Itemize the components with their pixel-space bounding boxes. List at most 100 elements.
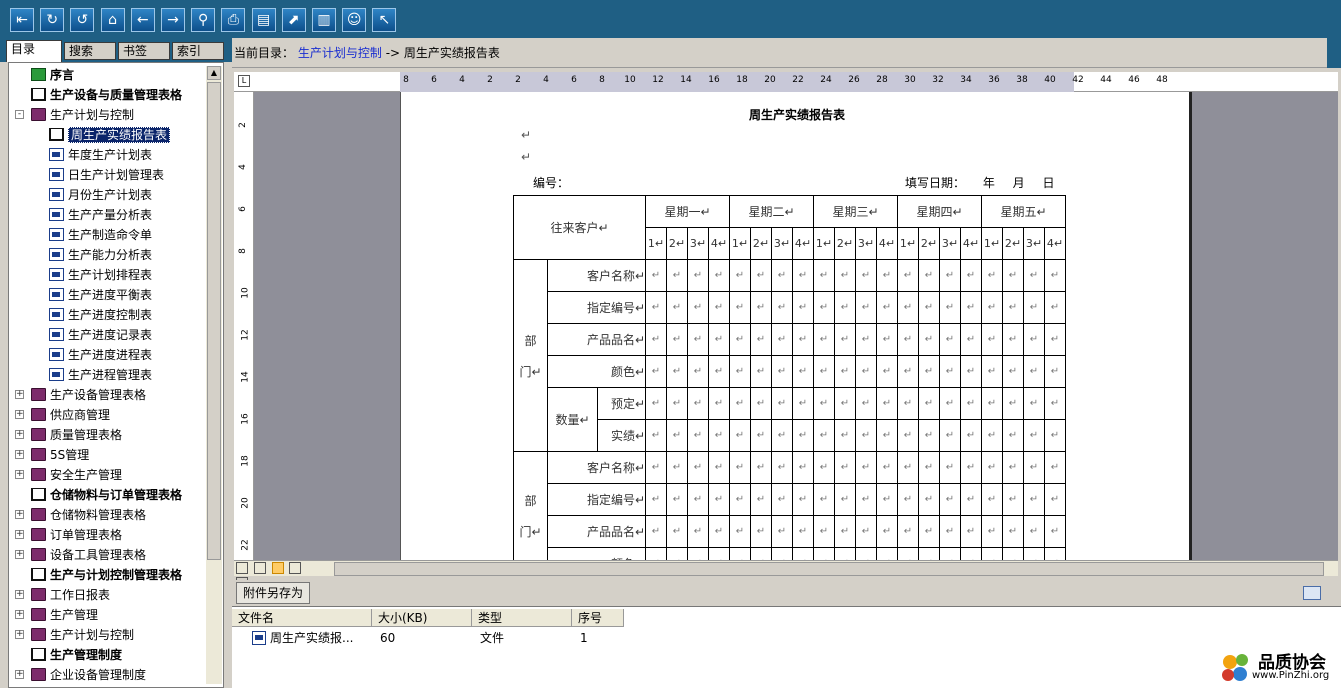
print-icon[interactable]: ⎙ (221, 8, 246, 32)
tree-item[interactable]: 仓储物料管理表格 (31, 505, 146, 525)
col-index[interactable]: 序号 (572, 609, 624, 627)
prev-icon[interactable]: ← (130, 8, 155, 32)
tree-expander-icon[interactable]: + (15, 430, 24, 439)
sub-col-header: 3↵ (939, 227, 961, 260)
data-cell: ↵ (834, 515, 856, 548)
row-label: 客户名称↵ (547, 259, 646, 292)
data-cell: ↵ (960, 259, 982, 292)
tree-item[interactable]: 生产能力分析表 (49, 245, 152, 265)
tree-expander-icon[interactable]: - (15, 110, 24, 119)
data-cell: ↵ (918, 387, 940, 420)
tab-bookmarks[interactable]: 书签 (118, 42, 170, 60)
file-name-cell[interactable]: 周生产实绩报... (270, 629, 353, 647)
tree-item-label: 生产管理制度 (50, 648, 123, 662)
tree-expander-icon[interactable]: + (15, 450, 24, 459)
tree-expander-icon[interactable]: + (15, 510, 24, 519)
tree-item[interactable]: 供应商管理 (31, 405, 110, 425)
tree-expander-icon[interactable]: + (15, 610, 24, 619)
tree-item[interactable]: 生产计划与控制 (31, 105, 134, 125)
breadcrumb-link[interactable]: 生产计划与控制 (298, 46, 382, 60)
exit-icon[interactable]: ⇤ (10, 8, 34, 32)
tree-expander-icon[interactable]: + (15, 630, 24, 639)
col-type[interactable]: 类型 (472, 609, 572, 627)
tree-item[interactable]: 设备工具管理表格 (31, 545, 146, 565)
tree-expander-icon[interactable]: + (15, 390, 24, 399)
tree-expander-icon[interactable]: + (15, 550, 24, 559)
data-cell: ↵ (750, 419, 772, 452)
data-cell: ↵ (645, 515, 667, 548)
next-icon[interactable]: → (161, 8, 185, 32)
document-hscrollbar[interactable] (234, 560, 1338, 589)
data-cell: ↵ (729, 323, 751, 356)
smile-icon[interactable]: ☺ (342, 8, 367, 32)
view-options-icon[interactable] (1303, 586, 1321, 600)
tree-expander-icon[interactable]: + (15, 530, 24, 539)
pointer-icon[interactable]: ↖ (372, 8, 397, 32)
tree-item[interactable]: 序言 (31, 65, 74, 85)
tree-item[interactable]: 生产进度平衡表 (49, 285, 152, 305)
tree-item[interactable]: 月份生产计划表 (49, 185, 152, 205)
home-icon[interactable]: ⌂ (100, 8, 125, 32)
tree-item[interactable]: 日生产计划管理表 (49, 165, 164, 185)
data-cell: ↵ (897, 259, 919, 292)
data-cell: ↵ (1044, 451, 1066, 484)
tab-contents[interactable]: 目录 (6, 40, 62, 62)
export-icon[interactable]: ⬈ (281, 8, 306, 32)
tab-index[interactable]: 索引 (172, 42, 224, 60)
doc-icon (49, 248, 64, 261)
data-cell: ↵ (834, 419, 856, 452)
tree-item[interactable]: 5S管理 (31, 445, 89, 465)
tree-expander-icon[interactable]: + (15, 470, 24, 479)
data-cell: ↵ (855, 323, 877, 356)
ruler-tick-label: 36 (988, 75, 1000, 85)
data-cell: ↵ (708, 451, 730, 484)
tree-item[interactable]: 生产进度进程表 (49, 345, 152, 365)
data-cell: ↵ (708, 547, 730, 560)
tree-item[interactable]: 安全生产管理 (31, 465, 122, 485)
tree-item[interactable]: 生产进度控制表 (49, 305, 152, 325)
tree-item[interactable]: 生产产量分析表 (49, 205, 152, 225)
search-icon[interactable]: ⚲ (191, 8, 216, 32)
tree-item[interactable]: 企业设备管理制度 (31, 665, 146, 685)
tree-item[interactable]: 生产计划与控制 (31, 625, 134, 645)
back-nav-icon[interactable]: ↺ (70, 8, 95, 32)
tree-item[interactable]: 仓储物料与订单管理表格 (31, 485, 182, 505)
tree-item[interactable]: 生产制造命令单 (49, 225, 152, 245)
tree-item[interactable]: 生产与计划控制管理表格 (31, 565, 182, 585)
view-mode-buttons[interactable] (236, 562, 318, 589)
tree-item[interactable]: 生产管理 (31, 605, 98, 625)
col-filename[interactable]: 文件名 (232, 609, 372, 627)
notes-icon[interactable]: ▤ (251, 8, 276, 32)
data-cell: ↵ (918, 259, 940, 292)
tree-item[interactable]: 质量管理表格 (31, 425, 122, 445)
copy-icon[interactable]: ▥ (312, 8, 336, 32)
col-size[interactable]: 大小(KB) (372, 609, 472, 627)
tree-scrollbar[interactable]: ▲ (206, 66, 222, 684)
tab-stop-icon[interactable]: L (238, 75, 250, 87)
tree-expander-icon[interactable]: + (15, 410, 24, 419)
doc-icon (49, 308, 64, 321)
data-cell: ↵ (981, 259, 1003, 292)
tree-expander-icon[interactable]: + (15, 590, 24, 599)
data-cell: ↵ (813, 547, 835, 560)
ruler-tick-label: 30 (904, 75, 916, 85)
tree-item[interactable]: 生产计划排程表 (49, 265, 152, 285)
tree-item[interactable]: 年度生产计划表 (49, 145, 152, 165)
tree-item[interactable]: 生产设备管理表格 (31, 385, 146, 405)
tree-item[interactable]: 生产设备与质量管理表格 (31, 85, 182, 105)
data-cell: ↵ (834, 451, 856, 484)
data-cell: ↵ (666, 387, 688, 420)
tree-item[interactable]: 生产进程管理表 (49, 365, 152, 385)
tree-item[interactable]: 生产管理制度 (31, 645, 122, 665)
table-row: 往来客户↵ 星期一↵ 星期二↵ 星期三↵ 星期四↵ 星期五↵ (513, 195, 1066, 260)
data-cell: ↵ (960, 291, 982, 324)
refresh-icon[interactable]: ↻ (40, 8, 65, 32)
tab-search[interactable]: 搜索 (64, 42, 116, 60)
tree-item[interactable]: 订单管理表格 (31, 525, 122, 545)
tree-item[interactable]: 生产进度记录表 (49, 325, 152, 345)
tree-item[interactable]: 周生产实绩报告表 (49, 125, 171, 145)
tree-item[interactable]: 工作日报表 (31, 585, 110, 605)
data-cell: ↵ (750, 387, 772, 420)
tree-expander-icon[interactable]: + (15, 670, 24, 679)
save-attachment-button[interactable]: 附件另存为 (236, 582, 311, 604)
